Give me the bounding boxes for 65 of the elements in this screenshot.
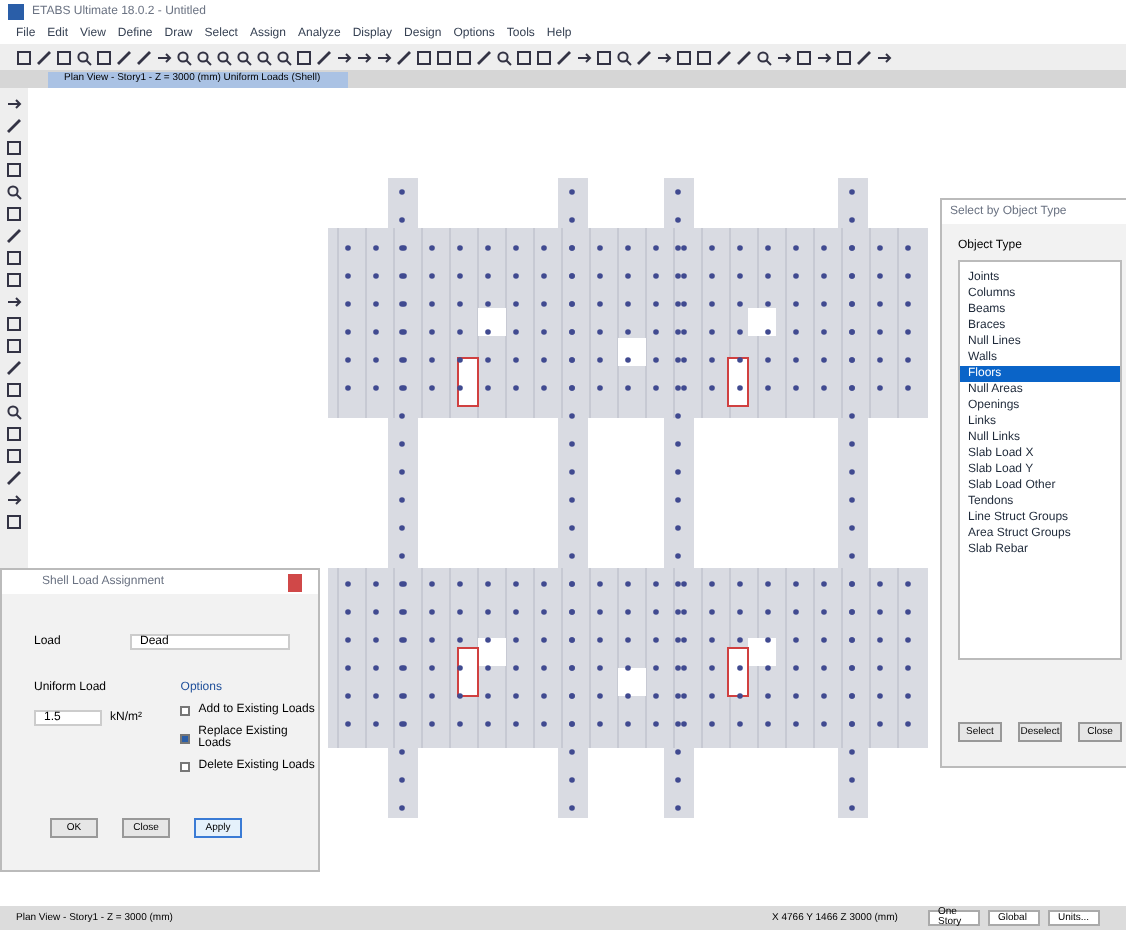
radio-button[interactable]: [180, 761, 191, 771]
square-icon[interactable]: [456, 49, 472, 65]
arrow-icon[interactable]: [156, 49, 172, 65]
magnifier-icon[interactable]: [216, 49, 232, 65]
square-icon[interactable]: [836, 49, 852, 65]
arrow-icon[interactable]: [656, 49, 672, 65]
pencil-icon[interactable]: [6, 228, 22, 244]
arrow-icon[interactable]: [816, 49, 832, 65]
magnifier-icon[interactable]: [496, 49, 512, 65]
square-icon[interactable]: [436, 49, 452, 65]
square-icon[interactable]: [6, 272, 22, 288]
pencil-icon[interactable]: [636, 49, 652, 65]
square-icon[interactable]: [6, 514, 22, 530]
square-icon[interactable]: [516, 49, 532, 65]
square-icon[interactable]: [696, 49, 712, 65]
arrow-icon[interactable]: [336, 49, 352, 65]
arrow-icon[interactable]: [576, 49, 592, 65]
app-icon: [8, 4, 24, 20]
magnifier-icon[interactable]: [756, 49, 772, 65]
pencil-icon[interactable]: [396, 49, 412, 65]
magnifier-icon[interactable]: [256, 49, 272, 65]
magnifier-icon[interactable]: [76, 49, 92, 65]
magnifier-icon[interactable]: [276, 49, 292, 65]
square-icon[interactable]: [96, 49, 112, 65]
close-button[interactable]: [288, 573, 302, 591]
square-icon[interactable]: [296, 49, 312, 65]
arrow-icon[interactable]: [376, 49, 392, 65]
square-icon[interactable]: [6, 426, 22, 442]
pencil-icon[interactable]: [556, 49, 572, 65]
arrow-icon[interactable]: [776, 49, 792, 65]
pencil-icon[interactable]: [476, 49, 492, 65]
pencil-icon[interactable]: [36, 49, 52, 65]
square-icon[interactable]: [596, 49, 612, 65]
square-icon[interactable]: [6, 338, 22, 354]
pencil-icon[interactable]: [6, 470, 22, 486]
arrow-icon[interactable]: [6, 294, 22, 310]
square-icon[interactable]: [56, 49, 72, 65]
square-icon[interactable]: [6, 162, 22, 178]
square-icon[interactable]: [796, 49, 812, 65]
magnifier-icon[interactable]: [616, 49, 632, 65]
pencil-icon[interactable]: [6, 118, 22, 134]
square-icon[interactable]: [6, 140, 22, 156]
radio-button[interactable]: [180, 733, 191, 743]
arrow-icon[interactable]: [876, 49, 892, 65]
magnifier-icon[interactable]: [196, 49, 212, 65]
radio-button[interactable]: [180, 705, 191, 715]
square-icon[interactable]: [16, 49, 32, 65]
arrow-icon[interactable]: [6, 96, 22, 112]
arrow-icon[interactable]: [356, 49, 372, 65]
magnifier-icon[interactable]: [236, 49, 252, 65]
square-icon[interactable]: [6, 206, 22, 222]
square-icon[interactable]: [6, 382, 22, 398]
square-icon[interactable]: [536, 49, 552, 65]
pencil-icon[interactable]: [6, 360, 22, 376]
magnifier-icon[interactable]: [176, 49, 192, 65]
square-icon[interactable]: [416, 49, 432, 65]
pencil-icon[interactable]: [856, 49, 872, 65]
square-icon[interactable]: [6, 448, 22, 464]
square-icon[interactable]: [6, 250, 22, 266]
magnifier-icon[interactable]: [6, 404, 22, 420]
square-icon[interactable]: [6, 316, 22, 332]
square-icon[interactable]: [676, 49, 692, 65]
pencil-icon[interactable]: [316, 49, 332, 65]
magnifier-icon[interactable]: [6, 184, 22, 200]
arrow-icon[interactable]: [6, 492, 22, 508]
